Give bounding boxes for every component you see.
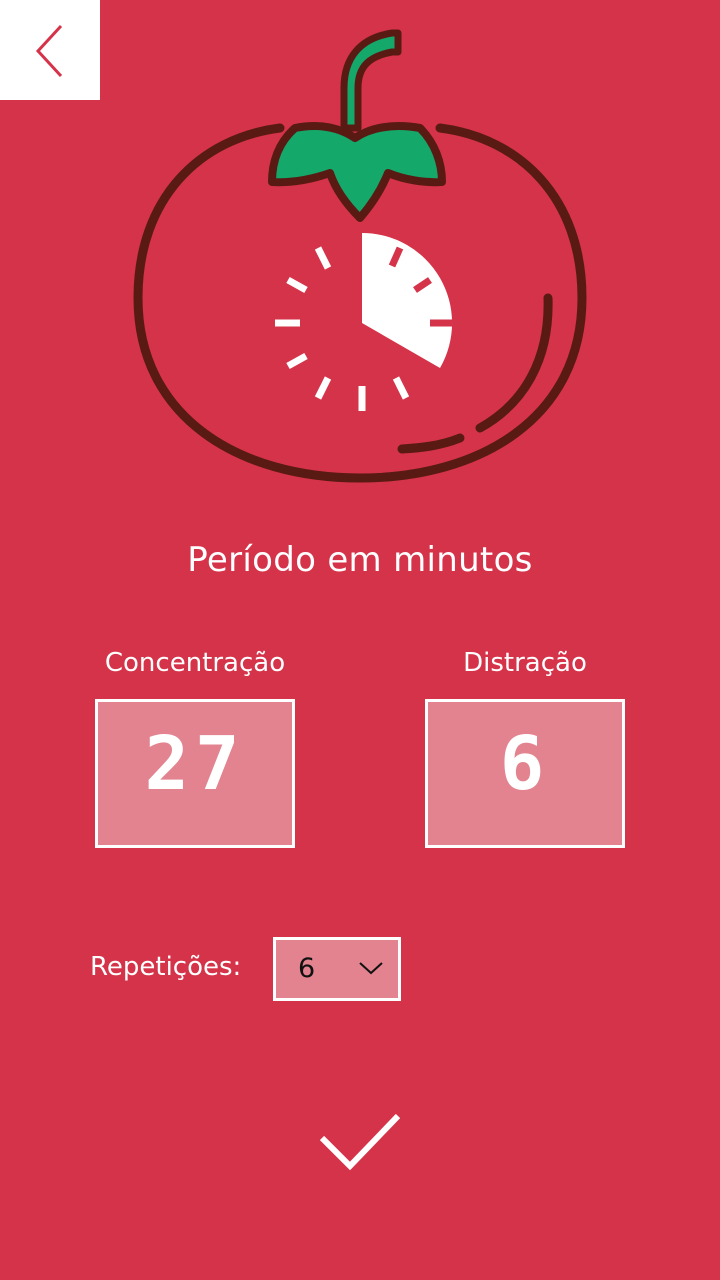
repetitions-label: Repetições:: [90, 952, 242, 982]
confirm-button[interactable]: [316, 1108, 406, 1180]
focus-label: Concentração: [104, 648, 286, 678]
break-minutes-input[interactable]: 6: [425, 699, 625, 848]
repetitions-value: 6: [298, 953, 316, 984]
tomato-timer-icon: [133, 29, 587, 483]
repetitions-select[interactable]: 6: [273, 937, 401, 1001]
checkmark-icon: [319, 1113, 401, 1171]
focus-minutes-input[interactable]: 27: [95, 699, 295, 848]
break-minutes-value: 6: [499, 721, 551, 807]
chevron-left-icon: [35, 24, 63, 78]
back-button[interactable]: [0, 0, 100, 100]
break-label: Distração: [463, 648, 587, 678]
focus-minutes-value: 27: [144, 721, 246, 807]
period-title: Período em minutos: [187, 540, 533, 580]
pomodoro-settings-screen: Período em minutos Concentração Distraçã…: [0, 0, 720, 1280]
chevron-down-icon: [359, 962, 383, 975]
